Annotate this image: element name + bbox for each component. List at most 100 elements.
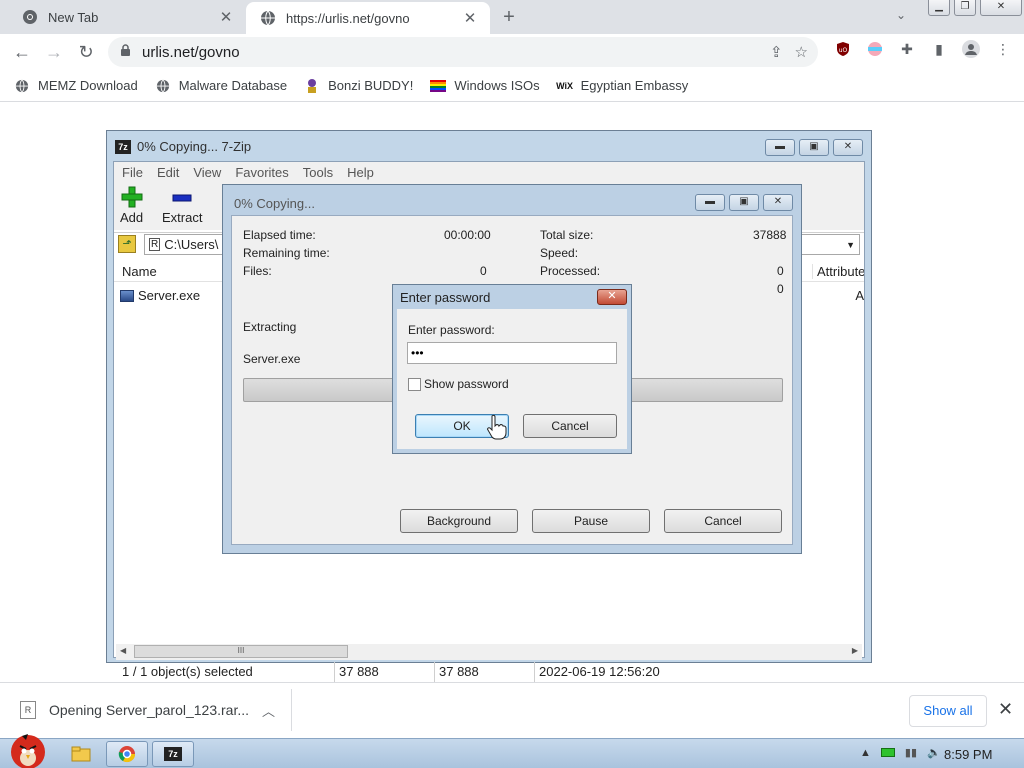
extract-label: Extract bbox=[162, 210, 203, 225]
cancel-button[interactable]: Cancel bbox=[664, 509, 782, 533]
maximize-button[interactable]: ▣ bbox=[729, 194, 759, 211]
minimize-button[interactable]: ▬ bbox=[765, 139, 795, 156]
new-tab-button[interactable]: + bbox=[498, 6, 520, 28]
7zip-logo-icon: 7z bbox=[164, 747, 182, 761]
tab-urlis[interactable]: https://urlis.net/govno ✕ bbox=[246, 2, 490, 34]
bookmark-label: Malware Database bbox=[178, 78, 288, 93]
show-password-checkbox[interactable] bbox=[408, 378, 421, 391]
tab-new-tab[interactable]: New Tab ✕ bbox=[8, 0, 246, 34]
minimize-button[interactable]: ▬ bbox=[695, 194, 725, 211]
column-attributes[interactable]: Attribute bbox=[812, 264, 864, 279]
download-item[interactable]: R Opening Server_parol_123.rar... bbox=[20, 701, 249, 719]
close-tab-icon[interactable]: ✕ bbox=[218, 8, 234, 26]
folder-up-icon[interactable]: ⬏ bbox=[118, 235, 136, 253]
horizontal-scrollbar[interactable]: ◀ III ▶ bbox=[116, 644, 862, 660]
reload-button[interactable]: ↻ bbox=[74, 40, 98, 64]
close-window-button[interactable]: ✕ bbox=[980, 0, 1022, 16]
profile-extension-icon[interactable] bbox=[866, 40, 884, 58]
close-button[interactable]: ✕ bbox=[597, 289, 627, 305]
chevron-down-icon[interactable]: ⌄ bbox=[896, 8, 906, 22]
extract-button[interactable]: Extract bbox=[162, 186, 202, 225]
menu-tools[interactable]: Tools bbox=[303, 165, 333, 180]
bookmark-label: Bonzi BUDDY! bbox=[328, 78, 414, 93]
tray-expand-icon[interactable]: ▲ bbox=[860, 747, 871, 759]
elapsed-label: Elapsed time: bbox=[243, 228, 316, 242]
explorer-taskbar-button[interactable] bbox=[60, 741, 102, 767]
processed-label: Processed: bbox=[540, 264, 601, 278]
avatar[interactable] bbox=[962, 40, 980, 58]
back-button[interactable]: ← bbox=[10, 40, 34, 64]
system-tray: ▲ ▮▮ 🔈 bbox=[860, 746, 941, 760]
status-selected: 1 / 1 object(s) selected bbox=[122, 664, 253, 679]
bookmark-label: Egyptian Embassy bbox=[580, 78, 689, 93]
chrome-taskbar-button[interactable] bbox=[106, 741, 148, 767]
extensions-puzzle-icon[interactable]: ✚ bbox=[898, 40, 916, 58]
scroll-left-icon[interactable]: ◀ bbox=[120, 646, 126, 655]
menu-favorites[interactable]: Favorites bbox=[235, 165, 288, 180]
bookmarks-bar: MEMZ Download Malware Database Bonzi BUD… bbox=[0, 70, 1024, 102]
chevron-up-icon[interactable]: ︿ bbox=[262, 701, 275, 720]
close-button[interactable]: ✕ bbox=[763, 194, 793, 211]
screen: New Tab ✕ https://urlis.net/govno ✕ + ⌄ … bbox=[0, 0, 1024, 768]
column-name[interactable]: Name bbox=[122, 264, 157, 279]
minimize-button[interactable]: ▁ bbox=[928, 0, 950, 16]
globe-icon bbox=[260, 10, 276, 26]
bookmark-memz[interactable]: MEMZ Download bbox=[14, 78, 138, 94]
menu-edit[interactable]: Edit bbox=[157, 165, 179, 180]
side-panel-icon[interactable]: ▮ bbox=[930, 40, 948, 58]
list-item[interactable]: Server.exe bbox=[120, 288, 200, 303]
plus-icon bbox=[121, 186, 143, 208]
bookmark-star-icon[interactable]: ☆ bbox=[795, 43, 808, 61]
show-all-button[interactable]: Show all bbox=[909, 695, 987, 727]
bookmark-label: Windows ISOs bbox=[454, 78, 540, 93]
close-tab-icon[interactable]: ✕ bbox=[462, 9, 478, 27]
bookmark-bonzi-buddy[interactable]: Bonzi BUDDY! bbox=[304, 78, 413, 94]
add-label: Add bbox=[120, 210, 144, 225]
tab-title: https://urlis.net/govno bbox=[286, 10, 410, 26]
files-value: 0 bbox=[480, 264, 487, 278]
downloads-bar: R Opening Server_parol_123.rar... ︿ Show… bbox=[0, 682, 1024, 738]
bonzi-icon bbox=[304, 78, 320, 94]
forward-button[interactable]: → bbox=[42, 40, 66, 64]
password-prompt: Enter password: bbox=[408, 323, 495, 337]
start-button[interactable] bbox=[6, 728, 50, 768]
password-field[interactable] bbox=[407, 342, 617, 364]
add-button[interactable]: Add bbox=[120, 186, 143, 225]
bookmark-egyptian-embassy[interactable]: WiX Egyptian Embassy bbox=[556, 78, 689, 94]
file-name: Server.exe bbox=[138, 288, 201, 303]
archive-icon: R bbox=[149, 238, 161, 251]
7zip-taskbar-button[interactable]: 7z bbox=[152, 741, 194, 767]
menu-help[interactable]: Help bbox=[347, 165, 374, 180]
menu-view[interactable]: View bbox=[193, 165, 221, 180]
clock[interactable]: 8:59 PM bbox=[944, 747, 992, 762]
volume-icon[interactable]: 🔈 bbox=[927, 746, 941, 759]
network-icon[interactable]: ▮▮ bbox=[905, 746, 917, 759]
dropdown-arrow-icon[interactable]: ▼ bbox=[846, 240, 855, 250]
menu-file[interactable]: File bbox=[122, 165, 143, 180]
svg-text:uO: uO bbox=[839, 47, 848, 54]
cancel-button[interactable]: Cancel bbox=[523, 414, 617, 438]
show-password-label[interactable]: Show password bbox=[424, 377, 509, 391]
processed-value: 0 bbox=[777, 264, 784, 278]
kebab-menu-icon[interactable]: ⋮ bbox=[994, 40, 1012, 58]
bookmark-malware-database[interactable]: Malware Database bbox=[155, 78, 287, 94]
share-icon[interactable]: ⇪ bbox=[770, 43, 783, 61]
pause-button[interactable]: Pause bbox=[532, 509, 650, 533]
lock-icon[interactable] bbox=[120, 44, 134, 60]
battery-icon[interactable] bbox=[880, 748, 895, 757]
restore-button[interactable]: ❐ bbox=[954, 0, 976, 16]
globe-icon bbox=[14, 78, 30, 94]
background-button[interactable]: Background bbox=[400, 509, 518, 533]
bookmark-windows-isos[interactable]: Windows ISOs bbox=[430, 78, 540, 94]
scrollbar-thumb[interactable]: III bbox=[134, 645, 348, 658]
close-icon[interactable]: ✕ bbox=[998, 699, 1013, 720]
divider bbox=[291, 689, 292, 731]
address-bar[interactable]: urlis.net/govno ⇪ ☆ bbox=[108, 37, 818, 67]
elapsed-value: 00:00:00 bbox=[444, 228, 491, 242]
maximize-button[interactable]: ▣ bbox=[799, 139, 829, 156]
scroll-right-icon[interactable]: ▶ bbox=[852, 646, 858, 655]
minus-icon bbox=[172, 194, 192, 202]
ublock-icon[interactable]: uO bbox=[834, 40, 852, 58]
close-button[interactable]: ✕ bbox=[833, 139, 863, 156]
wix-icon: WiX bbox=[556, 80, 574, 91]
